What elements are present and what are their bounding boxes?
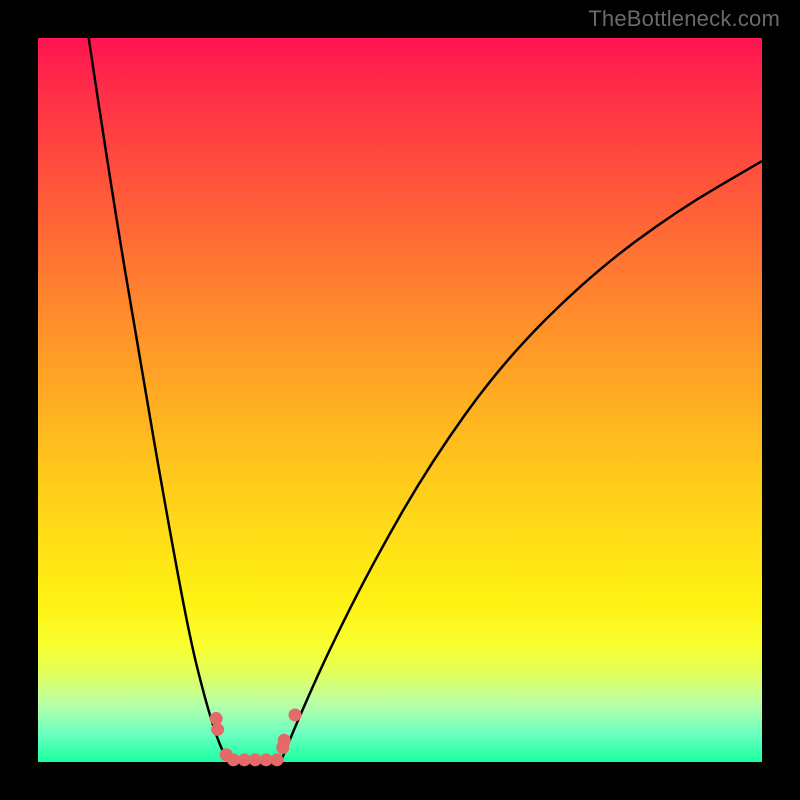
- marker-dot: [278, 734, 291, 747]
- chart-frame: TheBottleneck.com: [0, 0, 800, 800]
- watermark-text: TheBottleneck.com: [588, 6, 780, 32]
- bottleneck-curve: [89, 38, 762, 762]
- marker-dot: [289, 708, 302, 721]
- curve-markers: [210, 708, 302, 766]
- marker-dot: [270, 753, 283, 766]
- bottleneck-path: [89, 38, 762, 762]
- marker-dot: [211, 723, 224, 736]
- plot-area: [38, 38, 762, 762]
- curve-svg: [38, 38, 762, 762]
